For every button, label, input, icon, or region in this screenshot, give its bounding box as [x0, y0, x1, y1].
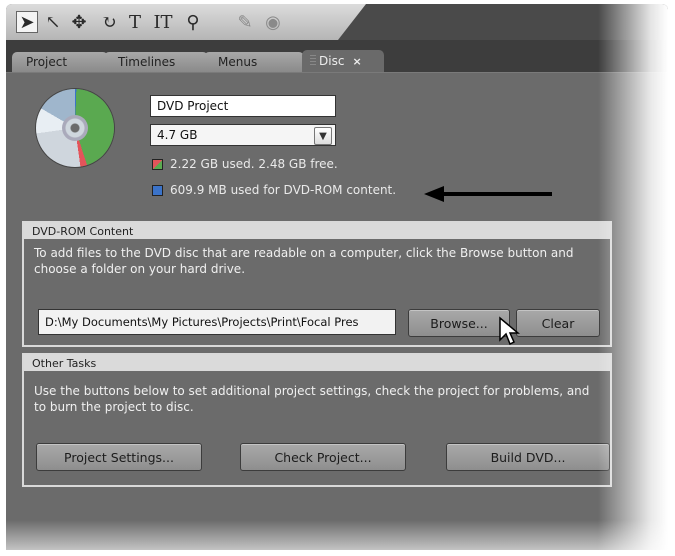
- dvd-rom-content-title: DVD-ROM Content: [24, 223, 610, 239]
- tab-timelines[interactable]: Timelines: [104, 52, 208, 72]
- dvdrom-usage-row: 609.9 MB used for DVD-ROM content.: [152, 183, 396, 197]
- used-free-swatch-icon: [152, 158, 163, 170]
- dvd-rom-content-group: DVD-ROM Content To add files to the DVD …: [22, 221, 612, 347]
- callout-arrow-icon: [424, 186, 552, 202]
- tools-toolbar: ➤ ↖ ✥ ↻ T IT ⚲ ✎ ◉: [6, 4, 366, 41]
- dvd-rom-description: To add files to the DVD disc that are re…: [34, 246, 574, 276]
- disc-panel: DVD Project 4.7 GB ▼ 2.22 GB used. 2.48 …: [6, 72, 668, 550]
- other-tasks-title: Other Tasks: [24, 355, 610, 371]
- zoom-icon[interactable]: ⚲: [182, 11, 204, 33]
- disc-usage-icon: [36, 89, 114, 167]
- project-settings-button[interactable]: Project Settings...: [36, 443, 202, 471]
- panel-tabs: Project Timelines Menus Disc ×: [6, 40, 668, 72]
- grip-icon: [310, 55, 316, 67]
- dvdrom-swatch-icon: [152, 184, 163, 196]
- tab-timelines-label: Timelines: [118, 55, 176, 69]
- vertical-text-icon[interactable]: IT: [152, 11, 174, 33]
- tab-project[interactable]: Project: [12, 52, 108, 72]
- tab-menus-label: Menus: [218, 55, 258, 69]
- other-tasks-group: Other Tasks Use the buttons below to set…: [22, 353, 612, 487]
- build-dvd-button[interactable]: Build DVD...: [446, 443, 610, 471]
- disc-usage-text: 2.22 GB used. 2.48 GB free.: [170, 157, 338, 171]
- tab-disc-label: Disc: [319, 54, 345, 68]
- check-project-button[interactable]: Check Project...: [240, 443, 406, 471]
- clear-button[interactable]: Clear: [516, 309, 600, 337]
- rotate-icon[interactable]: ↻: [98, 11, 120, 33]
- other-tasks-description: Use the buttons below to set additional …: [34, 384, 590, 414]
- disc-usage-row: 2.22 GB used. 2.48 GB free.: [152, 157, 338, 171]
- mouse-pointer-icon: [499, 316, 520, 346]
- disc-size-select[interactable]: 4.7 GB ▼: [150, 124, 336, 146]
- selection-arrow-icon[interactable]: ➤: [16, 11, 38, 33]
- close-icon[interactable]: ×: [352, 55, 361, 68]
- disc-size-value: 4.7 GB: [157, 128, 198, 142]
- dvd-rom-path-field[interactable]: D:\My Documents\My Pictures\Projects\Pri…: [38, 309, 396, 335]
- preview-icon[interactable]: ◉: [262, 11, 284, 33]
- browse-button[interactable]: Browse...: [408, 309, 510, 337]
- text-icon[interactable]: T: [124, 11, 146, 33]
- disc-name-field[interactable]: DVD Project: [150, 95, 336, 117]
- move-icon[interactable]: ✥: [68, 11, 90, 33]
- direct-select-icon[interactable]: ↖: [42, 11, 64, 33]
- edit-icon[interactable]: ✎: [234, 11, 256, 33]
- tab-disc[interactable]: Disc ×: [302, 50, 384, 72]
- encore-window: ➤ ↖ ✥ ↻ T IT ⚲ ✎ ◉ Project Timelines Men…: [6, 4, 668, 550]
- tab-project-label: Project: [26, 55, 68, 69]
- dvdrom-usage-text: 609.9 MB used for DVD-ROM content.: [170, 183, 397, 197]
- chevron-down-icon[interactable]: ▼: [314, 127, 332, 145]
- tab-menus[interactable]: Menus: [204, 52, 304, 72]
